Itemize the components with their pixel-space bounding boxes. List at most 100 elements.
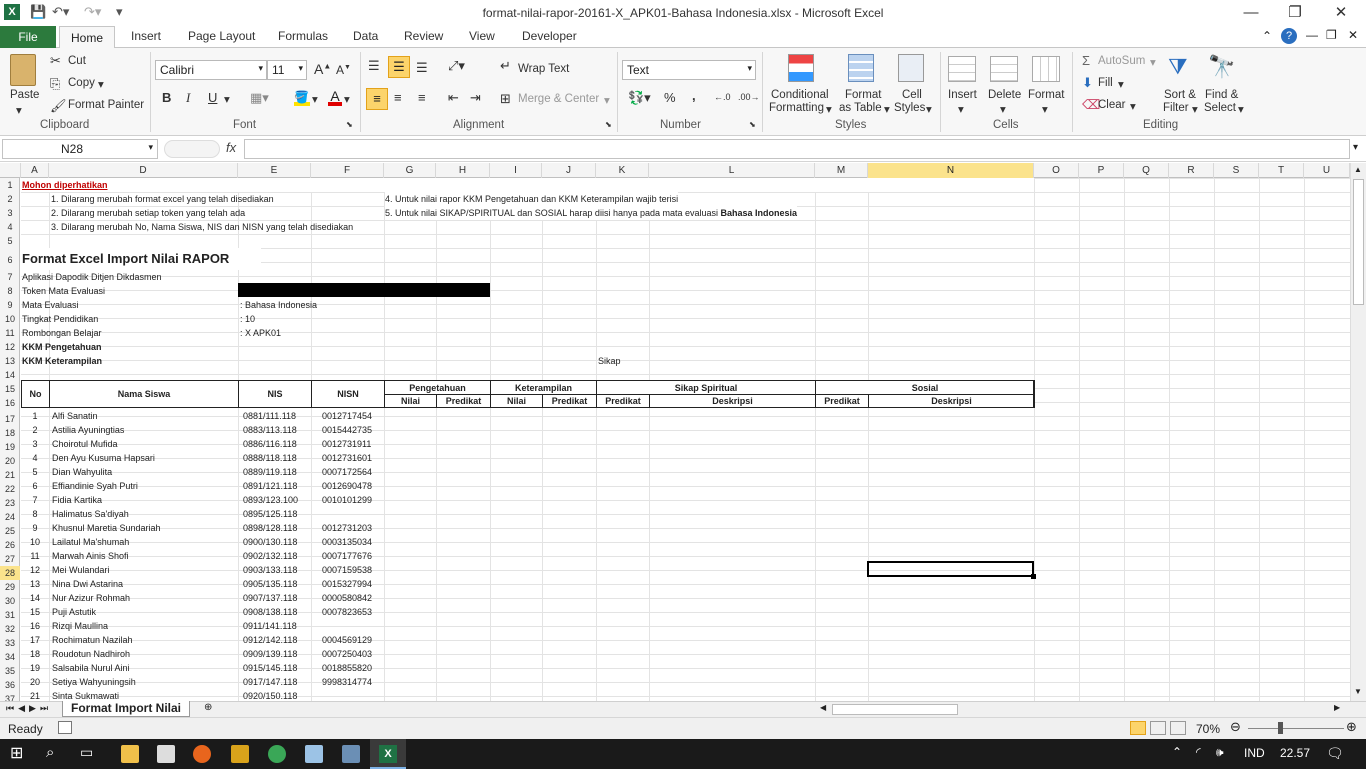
increase-indent-icon[interactable]: ⇥ bbox=[470, 90, 481, 106]
orientation-icon[interactable]: ⤢▾ bbox=[448, 58, 465, 74]
fill-color-dropdown-icon[interactable]: ▾ bbox=[312, 92, 318, 106]
number-dialog-launcher-icon[interactable]: ⬊ bbox=[749, 120, 756, 129]
row-header[interactable]: 1 bbox=[0, 178, 20, 192]
find-select-label-1[interactable]: Find & bbox=[1205, 89, 1238, 101]
cell-styles-dropdown-icon[interactable]: ▾ bbox=[926, 102, 932, 116]
fill-button[interactable]: Fill bbox=[1098, 77, 1113, 89]
insert-dropdown-icon[interactable]: ▾ bbox=[958, 102, 964, 116]
col-header-k[interactable]: K bbox=[596, 163, 649, 178]
conditional-formatting-label-1[interactable]: Conditional bbox=[771, 89, 829, 101]
col-header-m[interactable]: M bbox=[815, 163, 868, 178]
paste-dropdown-icon[interactable]: ▾ bbox=[16, 103, 22, 117]
row-header[interactable]: 11 bbox=[0, 326, 20, 340]
tab-page-layout[interactable]: Page Layout bbox=[188, 29, 255, 43]
row-header[interactable]: 21 bbox=[0, 468, 20, 482]
store-icon[interactable] bbox=[157, 745, 175, 763]
align-middle-icon[interactable]: ☰ bbox=[388, 56, 410, 78]
row-header[interactable]: 14 bbox=[0, 368, 20, 382]
row-header[interactable]: 26 bbox=[0, 538, 20, 552]
row-header[interactable]: 29 bbox=[0, 580, 20, 594]
new-sheet-icon[interactable]: ⊕ bbox=[204, 702, 212, 713]
sheet-tab-format-import[interactable]: Format Import Nilai bbox=[62, 701, 191, 717]
row-header[interactable]: 8 bbox=[0, 284, 20, 298]
row-header[interactable]: 34 bbox=[0, 650, 20, 664]
align-center-icon[interactable]: ≡ bbox=[394, 90, 402, 105]
fill-dropdown-icon[interactable]: ▾ bbox=[1118, 77, 1124, 91]
col-header-p[interactable]: P bbox=[1079, 163, 1124, 178]
tray-chevron-icon[interactable]: ⌃ bbox=[1172, 745, 1182, 759]
row-header[interactable]: 31 bbox=[0, 608, 20, 622]
row-header[interactable]: 7 bbox=[0, 270, 20, 284]
delete-button[interactable]: Delete bbox=[988, 89, 1021, 101]
cut-button[interactable]: Cut bbox=[68, 55, 86, 67]
col-header-e[interactable]: E bbox=[238, 163, 311, 178]
comma-button[interactable]: , bbox=[692, 88, 696, 103]
font-color-icon[interactable]: A bbox=[328, 88, 342, 106]
cell-styles-label-1[interactable]: Cell bbox=[902, 89, 922, 101]
volume-icon[interactable]: 🕪 bbox=[1216, 745, 1224, 760]
font-name-box[interactable]: Calibri ▾ bbox=[155, 60, 267, 80]
underline-button[interactable]: U bbox=[208, 90, 217, 105]
cell-styles-label-2[interactable]: Styles bbox=[894, 102, 925, 114]
search-icon[interactable]: ⌕ bbox=[46, 744, 54, 761]
file-explorer-icon[interactable] bbox=[121, 745, 139, 763]
row-header[interactable]: 22 bbox=[0, 482, 20, 496]
fill-handle[interactable] bbox=[1031, 574, 1036, 579]
conditional-formatting-dropdown-icon[interactable]: ▾ bbox=[826, 102, 832, 116]
align-left-icon[interactable]: ≡ bbox=[366, 88, 388, 110]
row-header[interactable]: 5 bbox=[0, 234, 20, 248]
chrome-icon[interactable] bbox=[268, 745, 286, 763]
row-header[interactable]: 18 bbox=[0, 426, 20, 440]
minimize-ribbon-icon[interactable]: ⌃ bbox=[1262, 29, 1272, 43]
paste-icon[interactable] bbox=[10, 54, 36, 86]
row-header[interactable]: 15 bbox=[0, 382, 20, 396]
zoom-in-icon[interactable]: ⊕ bbox=[1346, 719, 1357, 735]
sort-filter-dropdown-icon[interactable]: ▾ bbox=[1192, 102, 1198, 116]
horizontal-scroll-thumb[interactable] bbox=[832, 704, 958, 715]
row-header[interactable]: 35 bbox=[0, 664, 20, 678]
col-header-h[interactable]: H bbox=[436, 163, 490, 178]
row-header[interactable]: 6 bbox=[0, 250, 20, 270]
excel-taskbar-button[interactable]: X bbox=[370, 739, 406, 769]
underline-dropdown-icon[interactable]: ▾ bbox=[224, 92, 230, 106]
hscroll-right-icon[interactable]: ▶ bbox=[1334, 703, 1340, 712]
copy-button[interactable]: Copy bbox=[68, 77, 95, 89]
row-header[interactable]: 32 bbox=[0, 622, 20, 636]
row-header[interactable]: 27 bbox=[0, 552, 20, 566]
tab-formulas[interactable]: Formulas bbox=[278, 29, 328, 43]
formula-bar-handle[interactable] bbox=[164, 140, 220, 158]
clear-dropdown-icon[interactable]: ▾ bbox=[1130, 99, 1136, 113]
tab-developer[interactable]: Developer bbox=[522, 29, 577, 43]
row-header[interactable]: 36 bbox=[0, 678, 20, 692]
col-header-j[interactable]: J bbox=[542, 163, 596, 178]
row-header[interactable]: 33 bbox=[0, 636, 20, 650]
page-layout-view-icon[interactable] bbox=[1150, 721, 1166, 735]
bold-button[interactable]: B bbox=[162, 90, 171, 105]
tab-insert[interactable]: Insert bbox=[131, 29, 161, 43]
row-header[interactable]: 13 bbox=[0, 354, 20, 368]
row-header[interactable]: 17 bbox=[0, 412, 20, 426]
borders-icon[interactable]: ▦▾ bbox=[250, 90, 269, 106]
notepad-icon[interactable] bbox=[305, 745, 323, 763]
macro-record-icon[interactable] bbox=[58, 721, 72, 734]
merge-dropdown-icon[interactable]: ▾ bbox=[604, 93, 610, 107]
autosum-button[interactable]: AutoSum bbox=[1098, 55, 1145, 67]
alignment-dialog-launcher-icon[interactable]: ⬊ bbox=[605, 120, 612, 129]
worksheet-grid[interactable]: Mohon diperhatikan 1. Dilarang merubah f… bbox=[21, 178, 1350, 701]
col-header-o[interactable]: O bbox=[1034, 163, 1079, 178]
minimize-button[interactable]: — bbox=[1228, 2, 1274, 24]
notifications-icon[interactable]: 🗨 bbox=[1326, 745, 1344, 762]
normal-view-icon[interactable] bbox=[1130, 721, 1146, 735]
delete-dropdown-icon[interactable]: ▾ bbox=[1000, 102, 1006, 116]
format-painter-button[interactable]: Format Painter bbox=[68, 99, 144, 111]
copy-dropdown-icon[interactable]: ▾ bbox=[98, 77, 104, 91]
tab-view[interactable]: View bbox=[469, 29, 495, 43]
row-header[interactable]: 3 bbox=[0, 206, 20, 220]
increase-decimal-icon[interactable]: ←.0 bbox=[714, 92, 731, 102]
row-header[interactable]: 19 bbox=[0, 440, 20, 454]
active-cell[interactable] bbox=[867, 561, 1034, 577]
row-header[interactable]: 20 bbox=[0, 454, 20, 468]
font-size-box[interactable]: 11 ▾ bbox=[267, 60, 307, 80]
vertical-scroll-thumb[interactable] bbox=[1353, 179, 1364, 305]
row-header[interactable]: 30 bbox=[0, 594, 20, 608]
